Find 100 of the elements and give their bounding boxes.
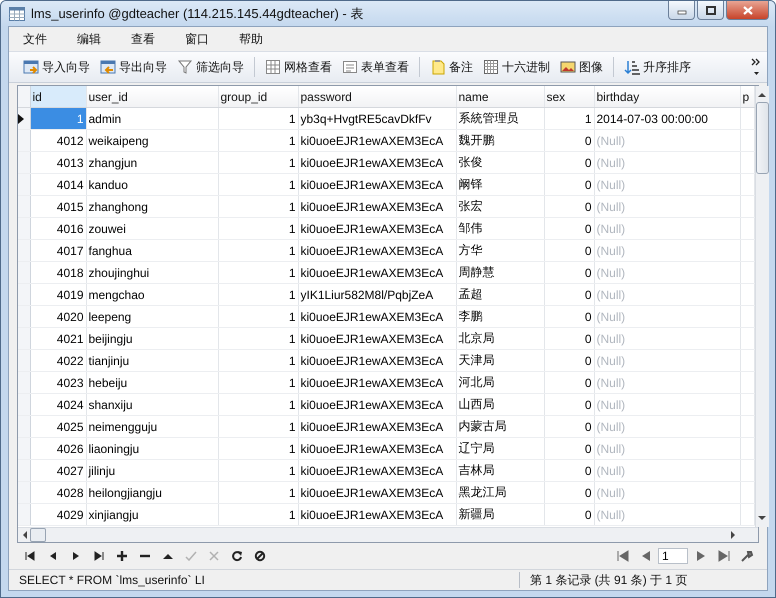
column-header[interactable]: sex xyxy=(544,86,594,108)
table-cell: kanduo xyxy=(86,174,218,196)
table-cell: admin xyxy=(86,108,218,130)
table-cell: (Null) xyxy=(594,196,740,218)
table-cell: (Null) xyxy=(594,218,740,240)
toolbar-button[interactable]: 表单查看 xyxy=(338,56,413,78)
table-cell: (Null) xyxy=(594,174,740,196)
maximize-button[interactable] xyxy=(697,1,724,20)
column-header[interactable]: user_id xyxy=(86,86,218,108)
toolbar-button[interactable]: 十六进制 xyxy=(479,56,554,78)
first-page-icon xyxy=(616,550,630,562)
table-cell: 0 xyxy=(544,174,594,196)
column-header[interactable]: id xyxy=(30,86,86,108)
table-cell: 张俊 xyxy=(456,152,544,174)
table-cell xyxy=(740,174,754,196)
table-cell: 4019 xyxy=(30,284,86,306)
table-cell: 系統管理员 xyxy=(456,108,544,130)
close-button[interactable] xyxy=(726,1,769,20)
table-cell: 0 xyxy=(544,328,594,350)
toolbar-button[interactable]: 筛选向导 xyxy=(173,56,248,78)
last-page-icon xyxy=(716,550,730,562)
menu-item[interactable]: 帮助 xyxy=(231,30,275,48)
table-cell: 魏开鹏 xyxy=(456,130,544,152)
table-cell: 4017 xyxy=(30,240,86,262)
table-cell: 1 xyxy=(218,262,298,284)
table-cell: weikaipeng xyxy=(86,130,218,152)
table-cell: 0 xyxy=(544,460,594,482)
table-cell: (Null) xyxy=(594,284,740,306)
table-cell: 0 xyxy=(544,504,594,526)
cross-icon xyxy=(208,550,220,562)
column-header[interactable]: password xyxy=(298,86,456,108)
table-cell: (Null) xyxy=(594,306,740,328)
vertical-scrollbar[interactable] xyxy=(754,86,768,527)
scroll-left-icon xyxy=(22,531,28,539)
table-cell: 张宏 xyxy=(456,196,544,218)
table-cell: 1 xyxy=(30,108,86,130)
sql-query-text: SELECT * FROM `lms_userinfo` LI xyxy=(18,573,206,587)
menu-item[interactable]: 查看 xyxy=(123,30,167,48)
refresh-icon xyxy=(230,550,242,562)
column-header[interactable]: birthday xyxy=(594,86,740,108)
column-header[interactable]: name xyxy=(456,86,544,108)
table-cell: 4023 xyxy=(30,372,86,394)
table-cell xyxy=(740,306,754,328)
toolbar-button[interactable]: 导出向导 xyxy=(96,56,171,78)
table-cell: ki0uoeEJR1ewAXEM3EcA xyxy=(298,328,456,350)
table-cell: (Null) xyxy=(594,372,740,394)
table-cell: xinjiangju xyxy=(86,504,218,526)
menu-item[interactable]: 窗口 xyxy=(177,30,221,48)
export-wizard-icon xyxy=(100,59,116,75)
toolbar-button[interactable]: 备注 xyxy=(426,56,477,78)
toolbar-button[interactable]: 升序排序 xyxy=(620,56,695,78)
row-header[interactable] xyxy=(18,108,30,130)
table-cell: ki0uoeEJR1ewAXEM3EcA xyxy=(298,240,456,262)
menu-item[interactable]: 编辑 xyxy=(69,30,113,48)
table-cell: 0 xyxy=(544,218,594,240)
toolbar-button[interactable]: 网格查看 xyxy=(261,56,336,78)
table-cell: leepeng xyxy=(86,306,218,328)
table-cell: 4025 xyxy=(30,416,86,438)
toolbar-button[interactable]: 导入向导 xyxy=(19,56,94,78)
table-cell: ki0uoeEJR1ewAXEM3EcA xyxy=(298,152,456,174)
table-cell xyxy=(740,372,754,394)
table-cell: neimengguju xyxy=(86,416,218,438)
overflow-chevron-icon[interactable] xyxy=(751,57,761,77)
table-cell: 邹伟 xyxy=(456,218,544,240)
table-cell: 1 xyxy=(218,130,298,152)
table-cell: (Null) xyxy=(594,350,740,372)
column-header[interactable]: p xyxy=(740,86,754,108)
table-cell: 1 xyxy=(218,108,298,130)
table-cell: ki0uoeEJR1ewAXEM3EcA xyxy=(298,306,456,328)
table-cell: (Null) xyxy=(594,460,740,482)
table-cell: ki0uoeEJR1ewAXEM3EcA xyxy=(298,438,456,460)
table-cell xyxy=(740,196,754,218)
scrollbar-thumb[interactable] xyxy=(756,102,768,174)
table-cell: zhanghong xyxy=(86,196,218,218)
horizontal-scrollbar[interactable] xyxy=(18,527,758,542)
minimize-button[interactable] xyxy=(668,1,695,20)
table-cell: ki0uoeEJR1ewAXEM3EcA xyxy=(298,218,456,240)
hex-grid-icon xyxy=(483,59,499,75)
table-cell: 0 xyxy=(544,240,594,262)
table-cell xyxy=(740,262,754,284)
table-cell: 2014-07-03 00:00:00 xyxy=(594,108,740,130)
table-cell: 0 xyxy=(544,350,594,372)
table-cell: 4029 xyxy=(30,504,86,526)
menu-item[interactable]: 文件 xyxy=(15,30,59,48)
column-header[interactable]: group_id xyxy=(218,86,298,108)
table-cell xyxy=(740,284,754,306)
table-cell: 4026 xyxy=(30,438,86,460)
table-cell: 1 xyxy=(218,240,298,262)
table-cell: 1 xyxy=(218,218,298,240)
table-cell: 1 xyxy=(218,306,298,328)
stop-icon xyxy=(254,550,266,562)
toolbar-button[interactable]: 图像 xyxy=(556,56,607,78)
scrollbar-thumb[interactable] xyxy=(30,528,46,542)
table-cell: 北京局 xyxy=(456,328,544,350)
table-cell xyxy=(740,108,754,130)
table-cell: yIK1Liur582M8l/PqbjZeA xyxy=(298,284,456,306)
table-cell xyxy=(740,350,754,372)
table-cell: (Null) xyxy=(594,152,740,174)
page-number-field[interactable]: 1 xyxy=(658,548,688,564)
table-cell: ki0uoeEJR1ewAXEM3EcA xyxy=(298,460,456,482)
